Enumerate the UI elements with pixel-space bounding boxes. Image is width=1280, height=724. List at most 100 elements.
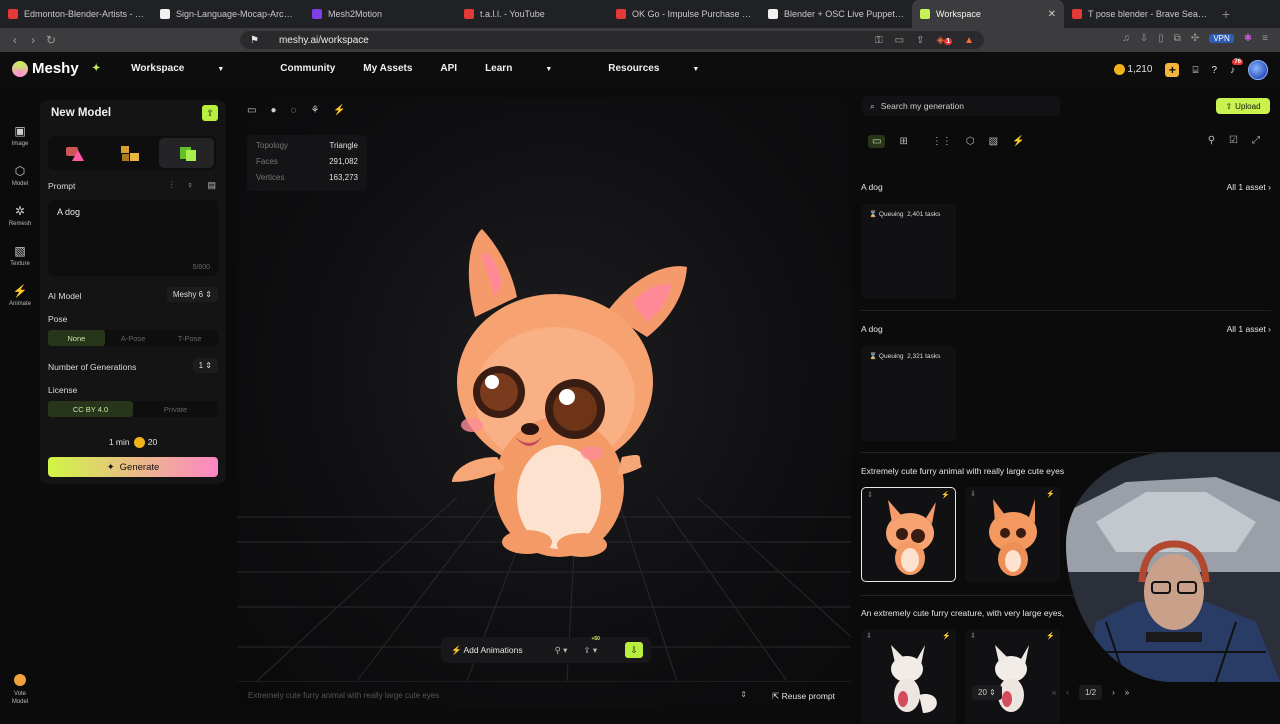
vote-model-button[interactable]: Vote Model [6, 674, 34, 706]
close-tab-icon[interactable]: ✕ [1048, 9, 1056, 20]
browser-tab[interactable]: Blender + OSC Live Puppeteer [760, 0, 912, 28]
browser-tab[interactable]: Workspace ✕ [912, 0, 1064, 28]
mode-cube[interactable] [159, 138, 215, 168]
filter-icon[interactable]: ⚲ [1208, 135, 1215, 146]
animate-filter-icon[interactable]: ⚡ [1012, 136, 1024, 147]
new-tab-icon[interactable]: + [1216, 0, 1236, 28]
menu-icon[interactable]: ≡ [1262, 33, 1268, 44]
download-icon[interactable]: ⇩ [1140, 33, 1148, 44]
search-input[interactable]: ⌕ Search my generation [862, 96, 1060, 116]
prompt-library-icon[interactable]: ▤ [207, 180, 216, 191]
license-private[interactable]: Private [133, 401, 218, 417]
nav-community[interactable]: Community [280, 63, 335, 74]
download-icon[interactable]: ⇩ [867, 491, 873, 499]
generate-button[interactable]: ✦ Generate [48, 457, 218, 477]
view-all-link[interactable]: All 1 asset › [1227, 182, 1271, 192]
page-size-select[interactable]: 20 ⇕ [972, 684, 1002, 700]
animate-icon[interactable]: ⚡ [941, 491, 950, 499]
prompt-input[interactable]: A dog 5/800 [48, 200, 218, 276]
model-thumbnail[interactable]: ⇩ ⚡ [861, 629, 956, 724]
screen-icon[interactable]: ▭ [895, 35, 904, 46]
bookmark-icon[interactable]: ⚑ [250, 35, 259, 46]
first-page-icon[interactable]: « [1052, 688, 1056, 697]
cube-filter-icon[interactable]: ⬡ [966, 136, 975, 147]
puzzle-icon[interactable]: ✣ [1191, 33, 1199, 44]
texture-filter-icon[interactable]: ▧ [989, 136, 998, 147]
upload-image-button[interactable]: ⇧ [202, 105, 218, 121]
nav-api[interactable]: API [440, 63, 457, 74]
animate-icon[interactable]: ⚡ [333, 105, 345, 116]
download-icon[interactable]: ⇩ [970, 632, 976, 640]
nav-learn[interactable]: Learn ▼ [485, 63, 580, 74]
browser-tab[interactable]: T pose blender - Brave Search [1064, 0, 1216, 28]
avatar[interactable] [1248, 60, 1268, 80]
share-icon[interactable]: ⇪ [916, 35, 924, 46]
pose-t-pose[interactable]: T-Pose [161, 330, 218, 346]
download-button[interactable]: ⇩ [625, 642, 643, 658]
nav-workspace[interactable]: ✦ Workspace ▼ [92, 63, 252, 74]
next-page-icon[interactable]: › [1112, 688, 1115, 697]
animate-icon[interactable]: ⚡ [942, 632, 951, 640]
grid-icon[interactable]: ⋮⋮ [932, 136, 952, 147]
rotate-icon[interactable]: ◌ [291, 105, 297, 116]
rail-item-image[interactable]: ▣ Image [0, 124, 40, 147]
prompt-format-icon[interactable]: ⫶ [170, 180, 172, 191]
browser-tab[interactable]: t.a.l.l. - YouTube [456, 0, 608, 28]
view-all-link[interactable]: All 1 asset › [1227, 324, 1271, 334]
select-icon[interactable]: ☑ [1229, 135, 1238, 146]
upload-button[interactable]: ⇧ Upload [1216, 98, 1270, 114]
browser-tab[interactable]: Mesh2Motion [304, 0, 456, 28]
media-icon[interactable]: ♫ [1122, 33, 1130, 44]
browser-tab[interactable]: OK Go - Impulse Purchase (Off [608, 0, 760, 28]
grid-small-icon[interactable]: ⊞ [899, 136, 907, 147]
rewards-icon[interactable]: ▲ [964, 35, 974, 46]
address-bar[interactable]: ⚑ meshy.ai/workspace ⚿ ▭ ⇪ ◈ 1 ▲ [240, 31, 984, 49]
queued-card[interactable]: ⌛ Queuing 2,321 tasks [861, 346, 956, 441]
browser-tab[interactable]: Sign-Language-Mocap-Archive [152, 0, 304, 28]
wallet-icon[interactable]: ✱ [1244, 33, 1252, 44]
rail-item-animate[interactable]: ⚡ Animate [0, 284, 40, 307]
model-thumbnail[interactable]: ⇩ ⚡ [861, 487, 956, 582]
pose-a-pose[interactable]: A-Pose [105, 330, 162, 346]
monitor-icon[interactable]: ▭ [247, 105, 256, 116]
reuse-prompt-button[interactable]: ⇱ Reuse prompt [772, 691, 835, 702]
pose-none[interactable]: None [48, 330, 105, 346]
extensions-icon[interactable]: ⧉ [1174, 33, 1181, 44]
key-icon[interactable]: ⚿ [875, 35, 883, 46]
license-cc-by[interactable]: CC BY 4.0 [48, 401, 133, 417]
animate-icon[interactable]: ⚡ [1046, 632, 1055, 640]
prev-page-icon[interactable]: ‹ [1066, 688, 1069, 697]
brave-shield-icon[interactable]: ◈ 1 [936, 35, 953, 46]
animate-icon[interactable]: ⚡ [1046, 490, 1055, 498]
meshy-logo[interactable]: Meshy [12, 60, 79, 77]
add-credits-button[interactable]: + [1165, 63, 1180, 77]
download-icon[interactable]: ⇩ [970, 490, 976, 498]
mode-image-to-3d[interactable] [103, 136, 158, 170]
download-icon[interactable]: ⇩ [866, 632, 872, 640]
mode-text-to-3d[interactable] [48, 136, 103, 170]
bell-icon[interactable]: ♪ 76 [1230, 58, 1243, 76]
last-page-icon[interactable]: » [1125, 688, 1129, 697]
model-thumbnail[interactable]: ⇩ ⚡ [965, 629, 1060, 724]
generations-stepper[interactable]: 1 ⇕ [192, 358, 218, 373]
help-icon[interactable]: ? [1211, 65, 1217, 76]
prompt-idea-icon[interactable]: ♀ [187, 180, 194, 191]
credits[interactable]: 1,210 [1113, 64, 1152, 76]
nav-my-assets[interactable]: My Assets [363, 63, 412, 74]
export-icon[interactable]: ⇪ ▾ +50 [583, 636, 599, 656]
prompt-nav-icon[interactable]: ⇕ [740, 690, 747, 699]
rail-item-model[interactable]: ⬡ Model [0, 164, 40, 187]
folder-icon[interactable]: ▭ [868, 135, 886, 148]
browser-tab[interactable]: Edmonton-Blender-Artists - Yo [0, 0, 152, 28]
vpn-button[interactable]: VPN [1209, 34, 1234, 43]
rail-item-texture[interactable]: ▧ Texture [0, 244, 40, 267]
expand-icon[interactable]: ⤢ [1252, 135, 1260, 146]
gift-icon[interactable]: ⌸ [1192, 65, 1198, 76]
model-viewport[interactable]: ▭ ● ◌ ⚘ ⚡ Topology Triangle Faces 291,082 Ve… [237, 97, 851, 709]
rig-icon[interactable]: ⚘ [310, 105, 319, 116]
shading-icon[interactable]: ● [270, 105, 276, 116]
reload-icon[interactable]: ↻ [42, 33, 60, 47]
add-animations-button[interactable]: ⚡ Add Animations [451, 645, 523, 656]
pin-icon[interactable]: ⚲ ▾ [555, 645, 568, 656]
back-icon[interactable]: ‹ [6, 33, 24, 47]
